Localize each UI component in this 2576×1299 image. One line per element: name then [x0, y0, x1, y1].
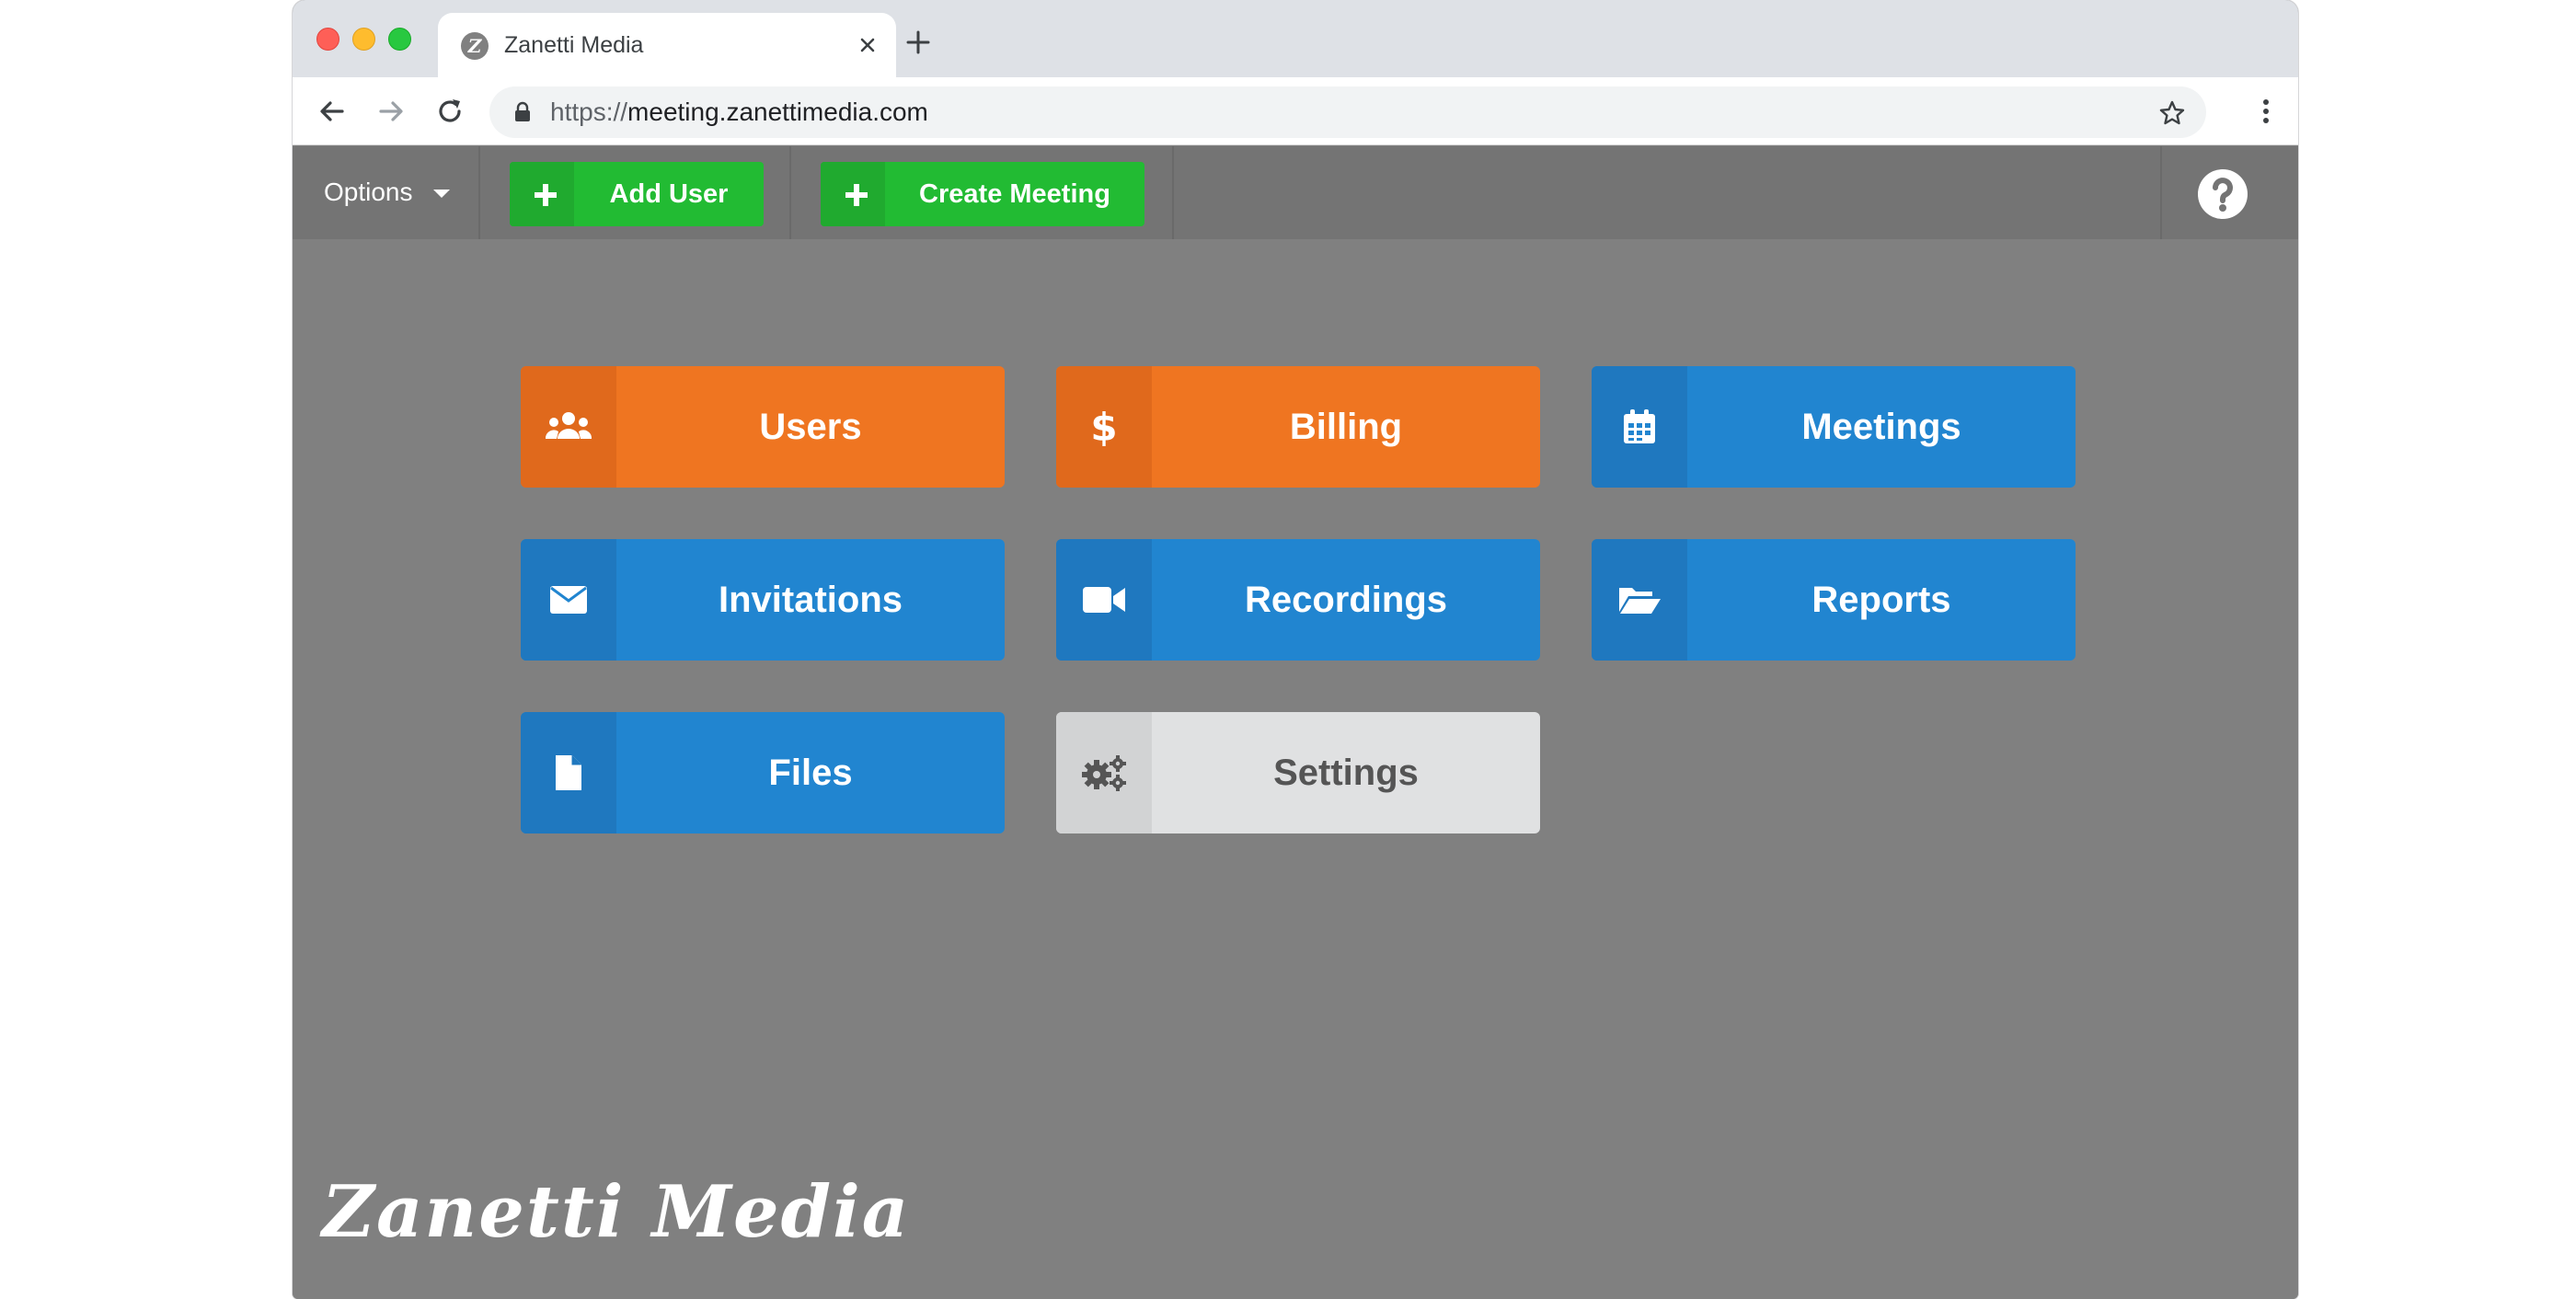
dollar-icon: $: [1090, 406, 1117, 448]
question-circle-icon[interactable]: [2197, 168, 2248, 220]
files-tile[interactable]: Files: [521, 712, 1005, 833]
toolbar-divider: [478, 146, 480, 239]
bookmark-star-icon[interactable]: [2158, 99, 2186, 127]
meetings-label: Meetings: [1801, 407, 1961, 447]
forward-arrow-icon[interactable]: [374, 94, 408, 129]
plus-icon: [510, 162, 574, 226]
main-content: Users $ Billing Meetings Invitations Rec…: [293, 239, 2298, 1299]
create-meeting-label: Create Meeting: [919, 179, 1110, 209]
new-tab-icon[interactable]: [902, 26, 935, 59]
toolbar-divider: [2160, 146, 2162, 239]
caret-down-icon: [432, 189, 450, 198]
app-toolbar: Options Add User Create Meeting: [293, 146, 2298, 239]
url-text: https://meeting.zanettimedia.com: [550, 98, 928, 126]
options-menu[interactable]: Options: [324, 176, 450, 209]
zanetti-media-logo: Zanetti Media: [322, 1170, 911, 1254]
url-host: meeting.zanettimedia.com: [627, 98, 928, 126]
tab-title: Zanetti Media: [504, 32, 644, 58]
invitations-label: Invitations: [718, 580, 903, 620]
minimize-window-button[interactable]: [352, 28, 375, 51]
reports-tile[interactable]: Reports: [1592, 539, 2076, 661]
meetings-tile[interactable]: Meetings: [1592, 366, 2076, 488]
recordings-tile[interactable]: Recordings: [1056, 539, 1540, 661]
close-window-button[interactable]: [316, 28, 339, 51]
settings-label: Settings: [1273, 753, 1419, 793]
back-arrow-icon[interactable]: [315, 94, 350, 129]
add-user-button[interactable]: Add User: [510, 162, 764, 226]
reload-icon[interactable]: [432, 94, 467, 129]
billing-tile[interactable]: $ Billing: [1056, 366, 1540, 488]
create-meeting-button[interactable]: Create Meeting: [821, 162, 1144, 226]
close-tab-icon[interactable]: [852, 29, 883, 61]
recordings-label: Recordings: [1244, 580, 1448, 620]
plus-icon: [821, 162, 885, 226]
address-bar[interactable]: https://meeting.zanettimedia.com: [489, 86, 2206, 138]
tab-strip: Z Zanetti Media: [293, 0, 2298, 77]
options-label: Options: [324, 178, 413, 206]
zoom-window-button[interactable]: [388, 28, 411, 51]
folder-open-icon: [1619, 588, 1661, 614]
svg-text:Z: Z: [467, 35, 483, 57]
browser-window: Z Zanetti Media https://meeting.zanettim…: [293, 0, 2298, 1299]
svg-text:$: $: [1090, 406, 1117, 448]
lock-icon: [515, 101, 530, 121]
settings-tile[interactable]: Settings: [1056, 712, 1540, 833]
users-tile[interactable]: Users: [521, 366, 1005, 488]
zanetti-favicon-icon: Z: [461, 32, 489, 60]
calendar-icon: [1624, 409, 1655, 443]
browser-toolbar: https://meeting.zanettimedia.com: [293, 77, 2298, 145]
gears-icon: [1082, 755, 1126, 791]
toolbar-divider: [789, 146, 791, 239]
url-scheme: https://: [550, 98, 628, 126]
files-label: Files: [768, 753, 853, 793]
reports-label: Reports: [1811, 580, 1951, 620]
browser-tab[interactable]: Z Zanetti Media: [438, 13, 896, 77]
envelope-icon: [550, 586, 587, 614]
users-label: Users: [759, 407, 862, 447]
invitations-tile[interactable]: Invitations: [521, 539, 1005, 661]
toolbar-divider: [1172, 146, 1174, 239]
file-icon: [556, 755, 581, 790]
video-camera-icon: [1083, 587, 1125, 613]
users-icon: [545, 412, 592, 439]
browser-menu-icon[interactable]: [2250, 96, 2282, 127]
add-user-label: Add User: [609, 179, 729, 209]
billing-label: Billing: [1289, 407, 1403, 447]
